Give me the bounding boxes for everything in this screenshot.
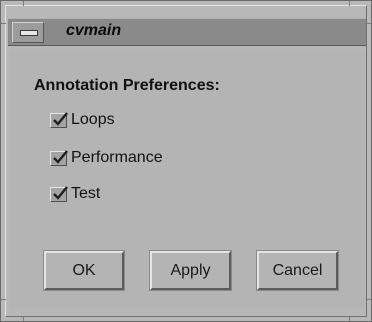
checkbox-test[interactable]: Test [50,183,100,205]
frame-tick [349,317,350,322]
checkbox-box[interactable] [50,185,68,202]
window-menu-button[interactable] [12,22,44,43]
checkmark-icon [53,185,68,200]
frame-tick [349,1,350,6]
ok-button[interactable]: OK [43,250,125,291]
dialog-window: cvmain Annotation Preferences: Loops Per… [0,0,372,322]
cancel-button[interactable]: Cancel [256,250,339,291]
checkbox-performance[interactable]: Performance [50,147,163,169]
checkbox-box[interactable] [50,111,68,128]
checkbox-loops[interactable]: Loops [50,109,115,131]
apply-button[interactable]: Apply [149,250,232,291]
frame-tick [1,299,6,300]
dialog-heading: Annotation Preferences: [34,77,220,94]
window-menu-icon [20,30,38,36]
checkbox-label: Loops [71,111,115,128]
checkbox-label: Test [71,185,101,202]
frame-tick [1,23,6,24]
frame-tick [367,23,372,24]
frame-tick [23,317,24,322]
window-title: cvmain [66,22,122,39]
frame-tick [367,299,372,300]
checkbox-label: Performance [71,149,163,166]
window-bottom-border [10,309,365,315]
dialog-content: Annotation Preferences: Loops Performanc… [10,49,365,309]
title-bar[interactable]: cvmain [8,18,366,46]
checkmark-icon [53,149,68,164]
frame-tick [23,1,24,6]
checkmark-icon [53,111,68,126]
checkbox-box[interactable] [50,149,68,166]
